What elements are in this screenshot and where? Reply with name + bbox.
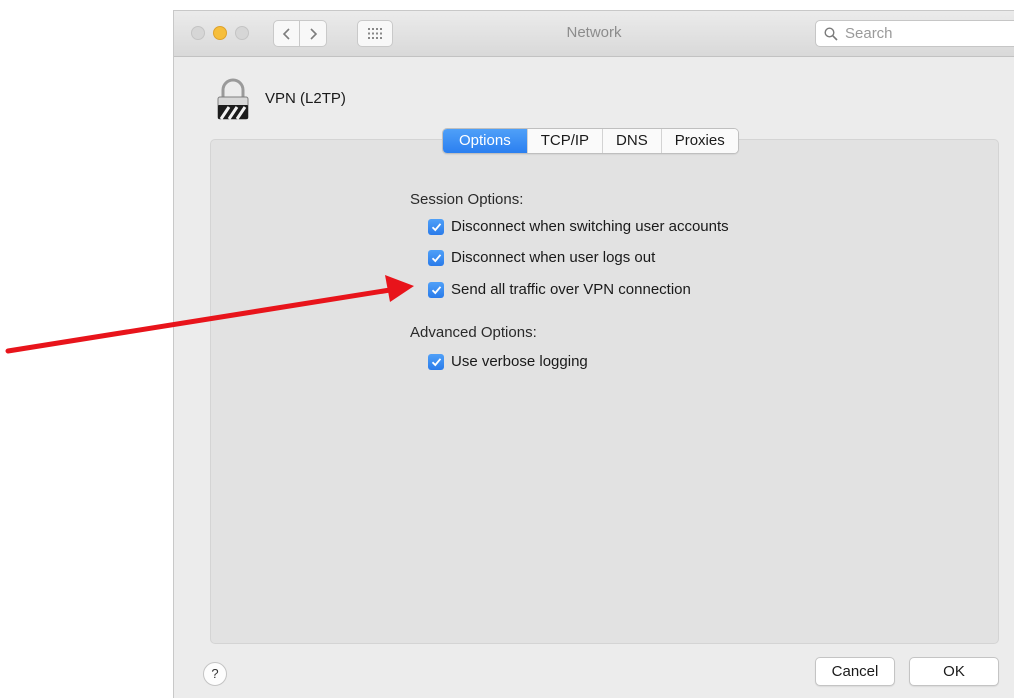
network-preferences-window: Network VPN (L2TP) Options TCP bbox=[173, 10, 1014, 698]
chevron-right-icon bbox=[310, 27, 318, 40]
session-options-heading: Session Options: bbox=[410, 191, 524, 208]
ok-button[interactable]: OK bbox=[909, 657, 999, 686]
title-bar: Network bbox=[174, 11, 1014, 57]
send-all-traffic-over-vpn-option[interactable]: Send all traffic over VPN connection bbox=[428, 281, 691, 298]
tab-tcp-ip[interactable]: TCP/IP bbox=[526, 129, 603, 153]
zoom-window-button[interactable] bbox=[235, 26, 249, 40]
tab-proxies[interactable]: Proxies bbox=[660, 129, 738, 153]
option-label: Use verbose logging bbox=[451, 353, 588, 370]
verbose-logging-option[interactable]: Use verbose logging bbox=[428, 353, 588, 370]
screenshot-page: Network VPN (L2TP) Options TCP bbox=[0, 0, 1014, 698]
disconnect-user-logs-out-option[interactable]: Disconnect when user logs out bbox=[428, 249, 655, 266]
back-button[interactable] bbox=[273, 20, 300, 47]
tab-options[interactable]: Options bbox=[443, 129, 527, 153]
checkbox[interactable] bbox=[428, 218, 444, 235]
checkbox[interactable] bbox=[428, 353, 444, 370]
checkmark-icon bbox=[431, 253, 441, 262]
search-field[interactable] bbox=[815, 20, 1014, 47]
connection-name: VPN (L2TP) bbox=[265, 90, 346, 107]
close-window-button[interactable] bbox=[191, 26, 205, 40]
checkbox[interactable] bbox=[428, 249, 444, 266]
option-label: Send all traffic over VPN connection bbox=[451, 281, 691, 298]
grid-icon bbox=[368, 28, 382, 39]
disconnect-switching-users-option[interactable]: Disconnect when switching user accounts bbox=[428, 218, 729, 235]
vpn-lock-icon bbox=[217, 78, 249, 120]
option-label: Disconnect when user logs out bbox=[451, 249, 656, 266]
options-panel bbox=[210, 139, 999, 644]
checkmark-icon bbox=[431, 285, 441, 294]
checkbox[interactable] bbox=[428, 281, 444, 298]
show-all-button[interactable] bbox=[357, 20, 393, 47]
checkmark-icon bbox=[431, 222, 441, 231]
help-button[interactable]: ? bbox=[203, 662, 227, 686]
minimize-window-button[interactable] bbox=[213, 26, 227, 40]
advanced-options-heading: Advanced Options: bbox=[410, 324, 537, 341]
option-label: Disconnect when switching user accounts bbox=[451, 218, 729, 235]
search-input[interactable] bbox=[843, 24, 1007, 43]
checkmark-icon bbox=[431, 357, 441, 366]
chevron-left-icon bbox=[282, 27, 290, 40]
cancel-button[interactable]: Cancel bbox=[815, 657, 895, 686]
forward-button[interactable] bbox=[300, 20, 327, 47]
navigation-buttons bbox=[273, 20, 327, 47]
search-icon bbox=[824, 26, 838, 41]
tab-bar: Options TCP/IP DNS Proxies bbox=[442, 128, 739, 154]
tab-dns[interactable]: DNS bbox=[602, 129, 661, 153]
